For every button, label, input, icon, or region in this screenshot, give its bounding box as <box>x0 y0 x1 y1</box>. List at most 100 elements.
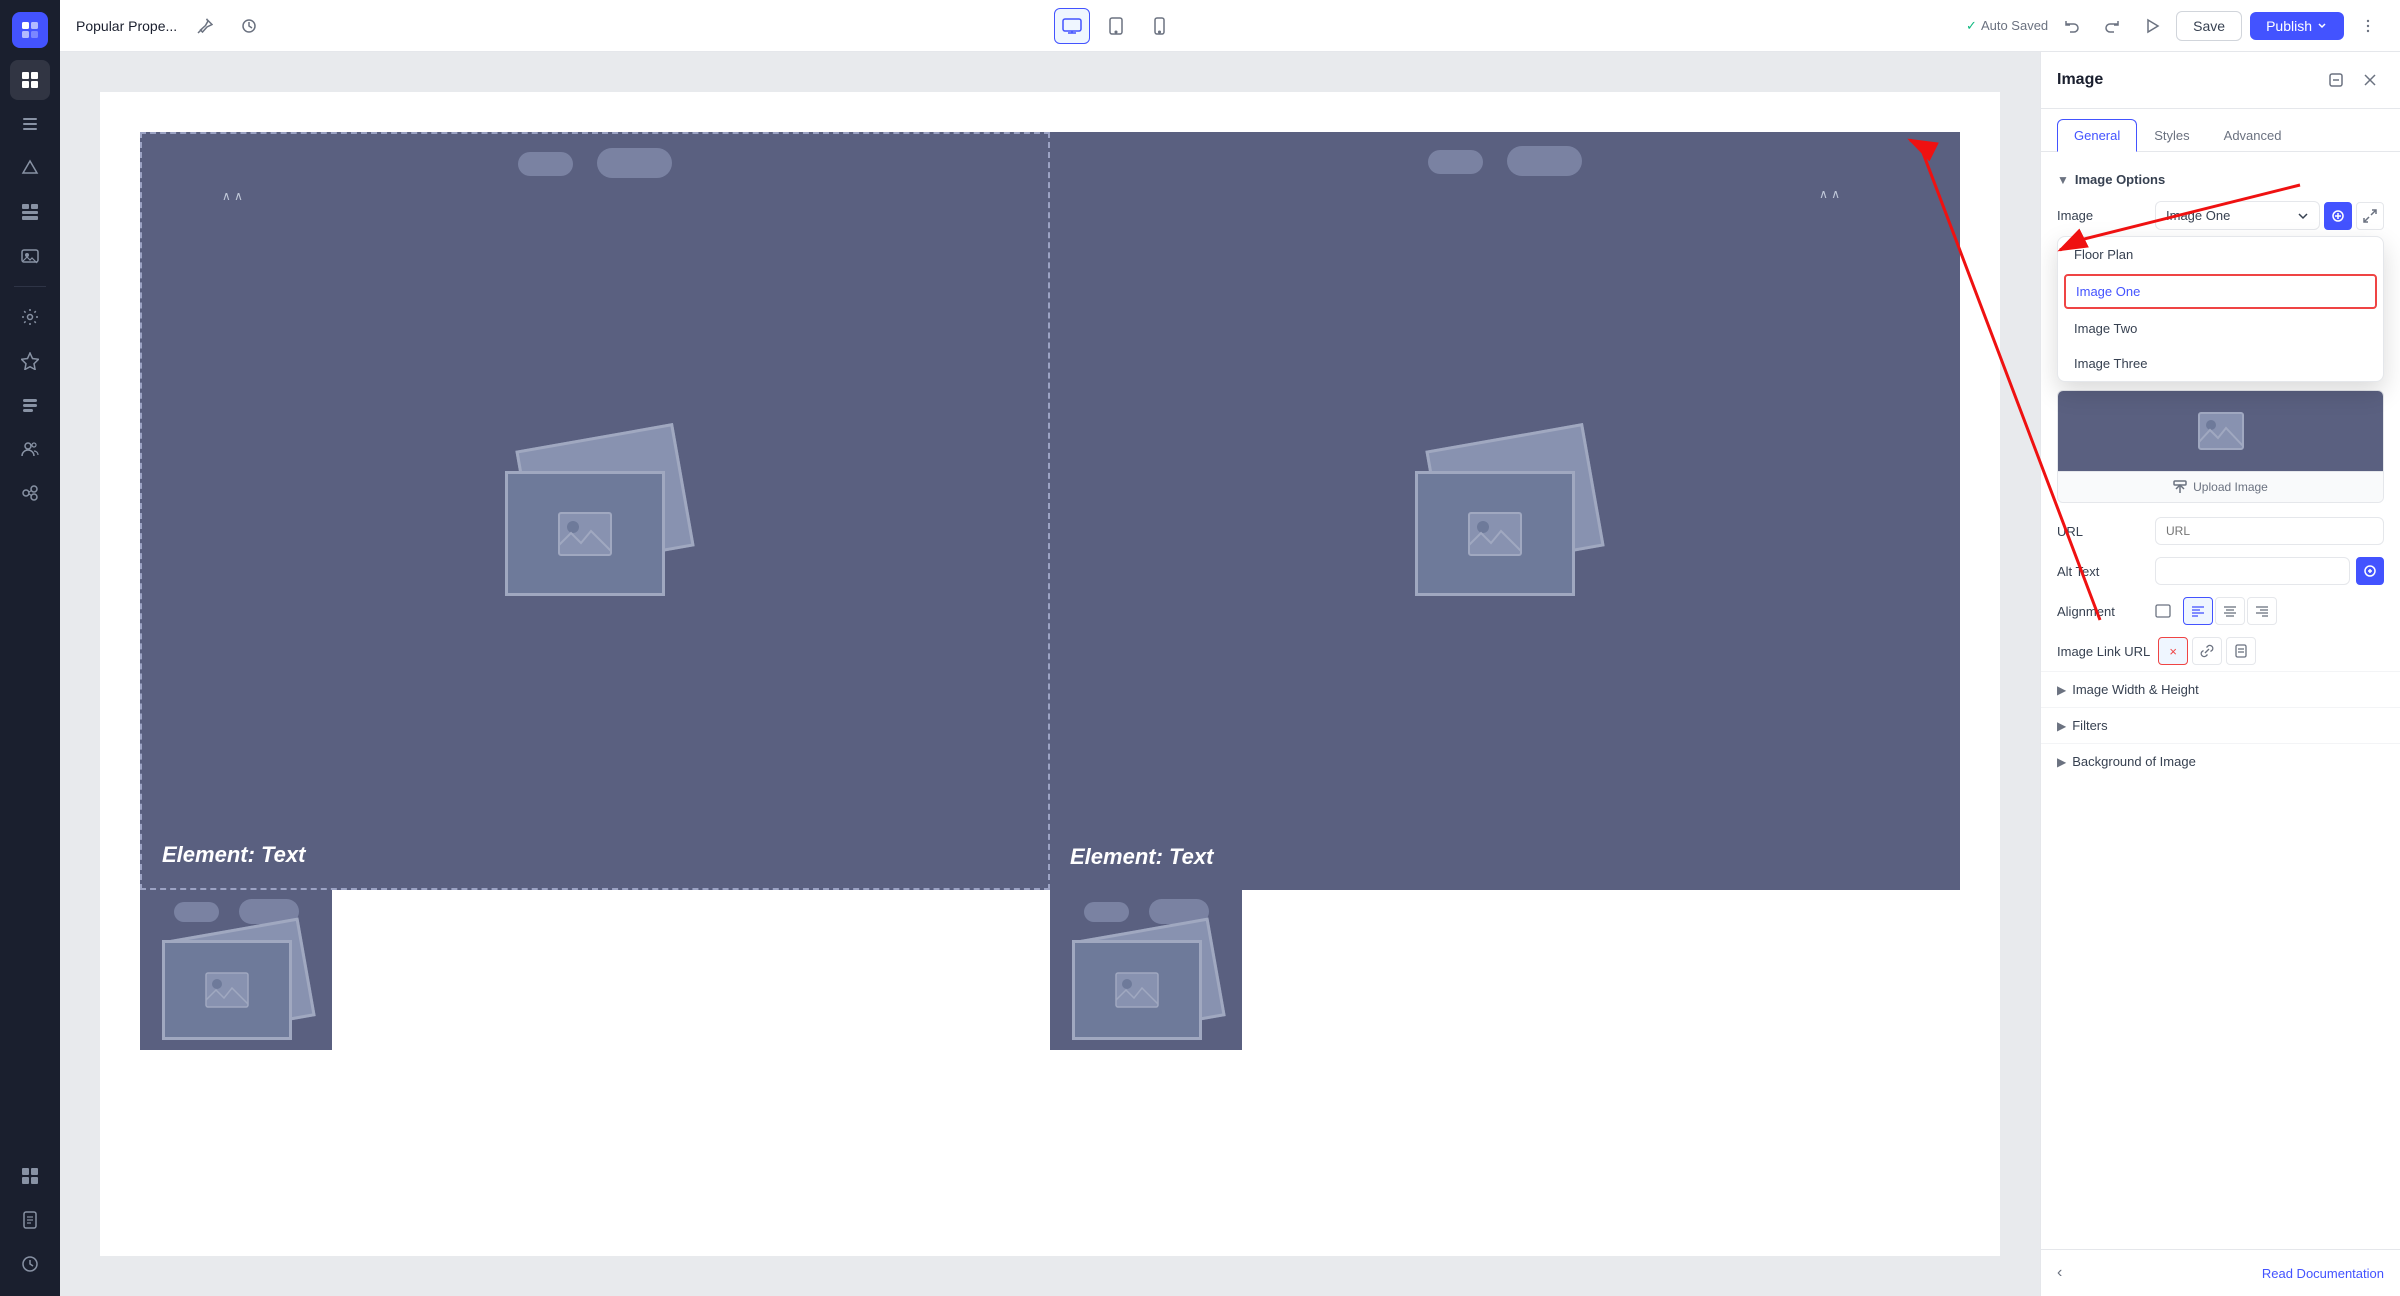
cloud-icon <box>597 148 672 178</box>
topbar: Popular Prope... <box>60 0 2400 52</box>
sidebar-logo[interactable] <box>12 12 48 48</box>
panel-body: ▼ Image Options Image Image One <box>2041 152 2400 1249</box>
sidebar-item-users[interactable] <box>10 429 50 469</box>
filters-section[interactable]: ▶ Filters <box>2041 707 2400 743</box>
background-label: Background of Image <box>2072 754 2196 769</box>
align-right-button[interactable] <box>2247 597 2277 625</box>
sidebar-item-list[interactable] <box>10 385 50 425</box>
background-section[interactable]: ▶ Background of Image <box>2041 743 2400 779</box>
sidebar-item-settings[interactable] <box>10 297 50 337</box>
panel-minimize-button[interactable] <box>2322 66 2350 94</box>
redo-button[interactable] <box>2096 10 2128 42</box>
clouds-1 <box>142 152 1048 178</box>
image-dynamic-button[interactable] <box>2324 202 2352 230</box>
dropdown-item-image-two[interactable]: Image Two <box>2058 311 2383 346</box>
alt-text-field-row: Alt Text <box>2041 551 2400 591</box>
bird-icon: ∧ ∧ <box>222 189 243 203</box>
topbar-right: ✓ Auto Saved Save Publish <box>1966 10 2384 42</box>
footer-nav[interactable]: ‹ <box>2057 1264 2062 1282</box>
width-height-label: Image Width & Height <box>2072 682 2198 697</box>
auto-saved-status: ✓ Auto Saved <box>1966 18 2048 34</box>
sidebar-bottom <box>10 1156 50 1284</box>
sidebar-item-widgets[interactable] <box>10 192 50 232</box>
main-canvas: ∧ ∧ Element: Text <box>60 52 2040 1296</box>
align-center-button[interactable] <box>2215 597 2245 625</box>
desktop-device-btn[interactable] <box>1054 8 1090 44</box>
url-input[interactable] <box>2155 517 2384 545</box>
tab-general[interactable]: General <box>2057 119 2137 152</box>
cloud-icon <box>518 152 573 176</box>
url-control <box>2155 517 2384 545</box>
link-url-button[interactable] <box>2192 637 2222 665</box>
preview-button[interactable] <box>2136 10 2168 42</box>
img-front <box>1415 471 1575 596</box>
tab-advanced[interactable]: Advanced <box>2207 119 2299 152</box>
sidebar-item-shapes[interactable] <box>10 148 50 188</box>
img-front <box>505 471 665 596</box>
background-arrow: ▶ <box>2057 755 2066 769</box>
dropdown-item-image-one[interactable]: Image One <box>2064 274 2377 309</box>
filters-arrow: ▶ <box>2057 719 2066 733</box>
publish-button[interactable]: Publish <box>2250 12 2344 40</box>
image-width-height-section[interactable]: ▶ Image Width & Height <box>2041 671 2400 707</box>
image-card-1[interactable]: ∧ ∧ Element: Text <box>140 132 1050 890</box>
sidebar-item-media[interactable] <box>10 236 50 276</box>
image-card-2[interactable]: ∧ ∧ Element: Text <box>1050 132 1960 890</box>
alignment-icon <box>2155 604 2171 618</box>
upload-area: Upload Image <box>2057 390 2384 503</box>
sidebar-item-components[interactable] <box>10 1156 50 1196</box>
dropdown-item-image-three[interactable]: Image Three <box>2058 346 2383 381</box>
panel-close-button[interactable] <box>2356 66 2384 94</box>
sidebar-item-history[interactable] <box>10 1244 50 1284</box>
img-front <box>1072 940 1202 1040</box>
sidebar-item-grid[interactable] <box>10 60 50 100</box>
image-dropdown-value: Image One <box>2166 208 2230 223</box>
image-card-4[interactable] <box>1050 890 1242 1050</box>
menu-button[interactable] <box>2352 10 2384 42</box>
tablet-device-btn[interactable] <box>1098 8 1134 44</box>
section-title: Image Options <box>2075 172 2165 187</box>
save-button[interactable]: Save <box>2176 11 2242 41</box>
sidebar-item-integrations[interactable] <box>10 473 50 513</box>
clouds-2 <box>1050 150 1960 176</box>
element-text-2: Element: Text <box>1070 844 1213 870</box>
right-panel: Image General Styles Advanced ▼ <box>2040 52 2400 1296</box>
link-buttons: × <box>2158 637 2256 665</box>
image-link-url-control: × <box>2158 637 2384 665</box>
image-placeholder-1 <box>485 426 705 596</box>
alt-text-dynamic-btn[interactable] <box>2356 557 2384 585</box>
image-card-3[interactable] <box>140 890 332 1050</box>
undo-button[interactable] <box>2056 10 2088 42</box>
sidebar-item-layers[interactable] <box>10 104 50 144</box>
dropdown-item-floor-plan[interactable]: Floor Plan <box>2058 237 2383 272</box>
alt-text-input[interactable] <box>2155 557 2350 585</box>
image-field-label: Image <box>2057 208 2147 223</box>
align-left-button[interactable] <box>2183 597 2213 625</box>
page-title: Popular Prope... <box>76 18 177 34</box>
image-expand-button[interactable] <box>2356 202 2384 230</box>
upload-image-button[interactable]: Upload Image <box>2058 472 2383 502</box>
pin-button[interactable] <box>189 10 221 42</box>
link-page-button[interactable] <box>2226 637 2256 665</box>
tab-styles[interactable]: Styles <box>2137 119 2206 152</box>
history-button[interactable] <box>233 10 265 42</box>
image-options-section[interactable]: ▼ Image Options <box>2041 164 2400 195</box>
image-dropdown-trigger[interactable]: Image One <box>2155 201 2320 230</box>
mobile-device-btn[interactable] <box>1142 8 1178 44</box>
cloud-icon <box>1507 146 1582 176</box>
image-field-control: Image One <box>2155 201 2384 230</box>
image-field-wrapper: Image One <box>2155 201 2320 230</box>
upload-row: Upload Image <box>2058 471 2383 502</box>
read-documentation-link[interactable]: Read Documentation <box>2262 1266 2384 1281</box>
url-label: URL <box>2057 524 2147 539</box>
sidebar-item-pages[interactable] <box>10 1200 50 1240</box>
device-switcher <box>277 8 1954 44</box>
link-clear-button[interactable]: × <box>2158 637 2188 665</box>
image-dropdown-menu: Floor Plan Image One Image Two Image Thr… <box>2057 236 2384 382</box>
panel-header: Image <box>2041 52 2400 109</box>
panel-title: Image <box>2057 71 2103 89</box>
left-sidebar <box>0 0 60 1296</box>
sidebar-item-plugins[interactable] <box>10 341 50 381</box>
image-placeholder-4 <box>1056 920 1236 1040</box>
image-field-row: Image Image One <box>2041 195 2400 236</box>
